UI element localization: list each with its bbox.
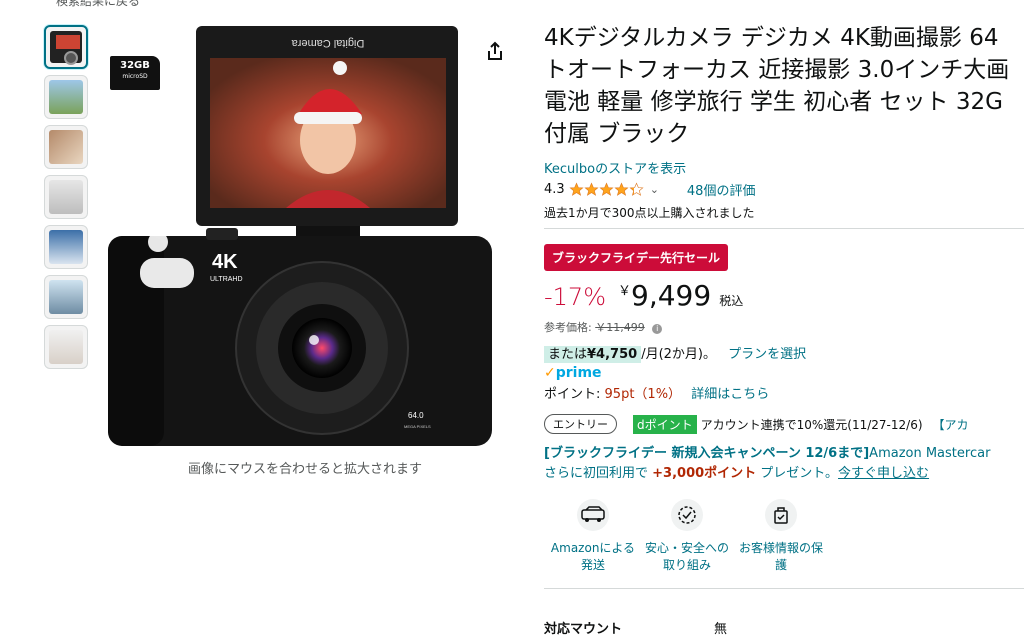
svg-text:Digital Camera: Digital Camera: [291, 37, 365, 49]
privacy-lock-icon: [764, 498, 798, 532]
thumbnail-1[interactable]: [44, 25, 88, 69]
feature-amazon-shipping[interactable]: Amazonによる発送: [546, 498, 640, 574]
feature-icons: Amazonによる発送 安心・安全への取り組み お客様情報の保護: [546, 498, 1024, 574]
product-title-line: 付属 ブラック: [544, 121, 690, 147]
installment-highlight: または¥4,750: [544, 346, 642, 363]
star-icon: [569, 181, 584, 197]
main-product-image[interactable]: Digital Camera 4K ULTRAHD 64.0 MEGA PIXE…: [100, 22, 510, 452]
feature-label[interactable]: Amazonによる発送: [546, 540, 640, 574]
sale-badge: ブラックフライデー先行セール: [544, 244, 729, 271]
points-details-link[interactable]: 詳細はこちら: [691, 387, 769, 402]
campaign-line-2: さらに初回利用で +3,000ポイント プレゼント。今すぐ申し込む: [544, 464, 1024, 484]
svg-text:4K: 4K: [212, 251, 238, 273]
campaign-card-name[interactable]: Amazon Mastercar: [869, 446, 990, 461]
reference-price-label: 参考価格:: [544, 321, 592, 334]
discount-percent: -17%: [544, 283, 607, 311]
points-label: ポイント:: [544, 387, 601, 402]
feature-safety[interactable]: 安心・安全への取り組み: [640, 498, 734, 574]
tax-label: 税込: [719, 294, 744, 308]
product-info-panel: 4Kデジタルカメラ デジカメ 4K動画撮影 64 トオートフォーカス 近接撮影 …: [544, 22, 1024, 574]
thumbnail-5[interactable]: [44, 225, 88, 269]
review-count-link[interactable]: 48個の評価: [687, 180, 756, 199]
chevron-down-icon[interactable]: ⌄: [650, 183, 659, 196]
prime-check-icon: ✓: [544, 365, 556, 381]
back-to-results-link[interactable]: 検索結果に戻る: [56, 0, 140, 9]
thumbnail-3[interactable]: [44, 125, 88, 169]
installment-suffix: /月(2か月)。: [641, 347, 716, 362]
safety-badge-icon: [670, 498, 704, 532]
prime-badge: ✓prime: [544, 365, 1024, 381]
points-value: 95pt（1%）: [604, 387, 682, 402]
star-icon: [599, 181, 614, 197]
spec-row: 対応マウント 無: [544, 618, 727, 637]
divider: [544, 588, 1024, 589]
thumbnail-4[interactable]: [44, 175, 88, 219]
installment-prefix: または: [548, 347, 588, 362]
campaign-title[interactable]: [ブラックフライデー 新規入会キャンペーン 12/6まで]: [544, 446, 869, 461]
dpoint-badge: dポイント: [633, 414, 697, 434]
prime-label: prime: [555, 365, 602, 381]
product-title-line: トオートフォーカス 近接撮影 3.0インチ大画: [544, 57, 1010, 83]
installment-amount: ¥4,750: [587, 347, 638, 362]
card-campaign: [ブラックフライデー 新規入会キャンペーン 12/6まで]Amazon Mast…: [544, 444, 1024, 484]
share-icon[interactable]: [484, 40, 506, 62]
thumbnail-7[interactable]: [44, 325, 88, 369]
reference-price: 参考価格: ￥11,499 i: [544, 319, 1024, 335]
installment-plan: または¥4,750/月(2か月)。 プランを選択: [544, 343, 1024, 363]
dpoint-row: エントリー dポイント アカウント連携で10%還元(11/27-12/6) 【ア…: [544, 414, 1024, 434]
product-title-line: 4Kデジタルカメラ デジカメ 4K動画撮影 64: [544, 25, 999, 51]
rating-value: 4.3: [544, 181, 565, 197]
points-row: ポイント: 95pt（1%） 詳細はこちら: [544, 383, 1024, 402]
select-plan-link[interactable]: プランを選択: [728, 347, 806, 362]
spec-value: 無: [714, 622, 728, 637]
product-title-line: 電池 軽量 修学旅行 学生 初心者 セット 32G: [544, 89, 1003, 115]
divider: [544, 228, 1024, 229]
apply-now-link[interactable]: 今すぐ申し込む: [838, 466, 929, 481]
star-icon: [614, 181, 629, 197]
svg-text:MEGA PIXELS: MEGA PIXELS: [404, 424, 431, 429]
star-icon: [629, 181, 644, 197]
dpoint-link[interactable]: 【アカ: [933, 416, 969, 433]
feature-privacy[interactable]: お客様情報の保護: [734, 498, 828, 574]
entry-button[interactable]: エントリー: [544, 414, 617, 434]
price-row: -17% ￥ 9,499 税込: [544, 279, 1024, 313]
dpoint-text: アカウント連携で10%還元(11/27-12/6): [700, 417, 923, 432]
product-title: 4Kデジタルカメラ デジカメ 4K動画撮影 64 トオートフォーカス 近接撮影 …: [544, 22, 1024, 150]
rating-row: 4.3 ⌄ 48個の評価: [544, 180, 1024, 199]
currency-symbol: ￥: [618, 284, 632, 299]
reference-price-value: ￥11,499: [595, 321, 645, 334]
image-zoom-hint: 画像にマウスを合わせると拡大されます: [187, 462, 422, 477]
price-amount: 9,499: [631, 279, 712, 312]
svg-text:64.0: 64.0: [408, 411, 424, 420]
store-link[interactable]: Keculboのストアを表示: [544, 158, 1024, 177]
svg-text:ULTRAHD: ULTRAHD: [210, 276, 243, 283]
campaign-line-1[interactable]: [ブラックフライデー 新規入会キャンペーン 12/6まで]Amazon Mast…: [544, 444, 1024, 464]
campaign-points: +3,000ポイント: [652, 466, 757, 481]
spec-key: 対応マウント: [544, 622, 623, 637]
purchase-count: 過去1か月で300点以上購入されました: [544, 206, 755, 220]
star-icon: [584, 181, 599, 197]
info-icon[interactable]: i: [652, 324, 663, 334]
thumbnail-6[interactable]: [44, 275, 88, 319]
feature-label[interactable]: お客様情報の保護: [734, 540, 828, 574]
star-rating[interactable]: [569, 181, 644, 197]
campaign-text-b: プレゼント。: [756, 466, 839, 481]
thumbnail-list: [44, 25, 92, 375]
thumbnail-2[interactable]: [44, 75, 88, 119]
delivery-truck-icon: [576, 498, 610, 532]
feature-label[interactable]: 安心・安全への取り組み: [640, 540, 734, 574]
campaign-text-a: さらに初回利用で: [544, 466, 653, 481]
